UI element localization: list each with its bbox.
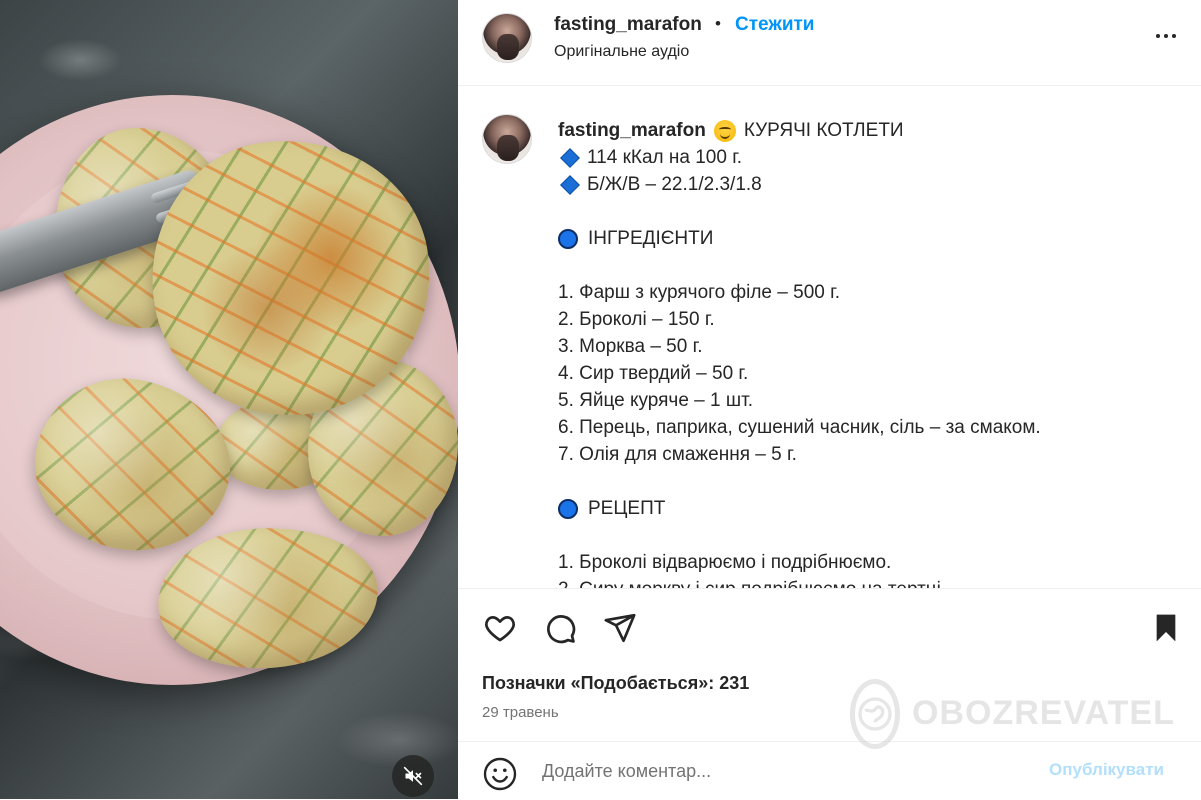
ingredients-heading-text: ІНГРЕДІЄНТИ <box>588 228 714 249</box>
caption-text: fasting_marafon КУРЯЧІ КОТЛЕТИ 114 кКал … <box>558 117 1178 588</box>
smiley-icon <box>483 757 517 791</box>
dot <box>1164 34 1168 38</box>
heart-icon <box>485 616 515 642</box>
mute-button[interactable] <box>392 755 434 797</box>
blue-circle-icon <box>558 228 578 249</box>
recipe-step: 1. Броколі відварюємо і подрібнюємо. <box>558 552 892 573</box>
stat-line: Б/Ж/В – 22.1/2.3/1.8 <box>558 171 1178 198</box>
stat-macros: Б/Ж/В – 22.1/2.3/1.8 <box>587 174 762 195</box>
comment-icon <box>547 615 576 644</box>
caption-title: КУРЯЧІ КОТЛЕТИ <box>743 120 904 141</box>
stat-calories: 114 кКал на 100 г. <box>587 147 743 168</box>
blue-diamond-icon <box>560 174 580 195</box>
recipe-heading-text: РЕЦЕПТ <box>588 498 666 519</box>
yum-face-emoji-icon <box>713 119 736 142</box>
emoji-button[interactable] <box>482 756 518 797</box>
recipe-step: 2. Сиру моркву і сир подрібнюємо на терт… <box>558 576 1178 588</box>
comment-button[interactable] <box>542 611 578 650</box>
ingredient-item: 3. Морква – 50 г. <box>558 336 703 357</box>
caption-username[interactable]: fasting_marafon <box>558 117 706 144</box>
watermark-logo-icon <box>850 678 900 749</box>
ingredient-item: 6. Перець, паприка, сушений часник, сіль… <box>558 417 1041 438</box>
recipe-heading: РЕЦЕПТ <box>558 495 1178 522</box>
audio-link[interactable]: Оригінальне аудіо <box>554 43 689 61</box>
post-details-panel: fasting_marafon • Стежити Оригінальне ау… <box>458 0 1201 799</box>
more-options-button[interactable] <box>1151 22 1181 50</box>
caption-area[interactable]: fasting_marafon КУРЯЧІ КОТЛЕТИ 114 кКал … <box>458 86 1201 588</box>
ingredient-item: 2. Броколі – 150 г. <box>558 309 715 330</box>
caption-title-line: fasting_marafon КУРЯЧІ КОТЛЕТИ <box>558 117 1178 144</box>
speaker-muted-icon <box>403 766 423 786</box>
more-horizontal-icon <box>1156 34 1160 38</box>
ingredient-item: 4. Сир твердий – 50 г. <box>558 363 749 384</box>
comment-input[interactable] <box>542 758 1042 784</box>
blue-circle-icon <box>558 498 578 519</box>
ingredient-item: 5. Яйце куряче – 1 шт. <box>558 390 753 411</box>
watermark: OBOZREVATEL <box>850 676 1174 751</box>
follow-button[interactable]: Стежити <box>735 14 814 36</box>
post-media[interactable] <box>0 0 458 799</box>
avatar[interactable] <box>482 13 532 63</box>
dot <box>1172 34 1176 38</box>
share-button[interactable] <box>602 611 638 650</box>
post-date[interactable]: 29 травень <box>482 704 559 721</box>
post-header: fasting_marafon • Стежити Оригінальне ау… <box>458 0 1201 86</box>
publish-button[interactable]: Опублікувати <box>1049 760 1164 780</box>
like-button[interactable] <box>482 611 518 650</box>
ingredient-item: 1. Фарш з курячого філе – 500 г. <box>558 282 840 303</box>
stat-line: 114 кКал на 100 г. <box>558 144 1178 171</box>
likes-count[interactable]: Позначки «Подобається»: 231 <box>482 673 749 694</box>
ingredients-heading: ІНГРЕДІЄНТИ <box>558 225 1178 252</box>
watermark-text: OBOZREVATEL <box>912 694 1175 732</box>
blue-diamond-icon <box>560 147 580 168</box>
globe-icon <box>858 696 892 731</box>
avatar[interactable] <box>482 114 532 164</box>
save-button[interactable] <box>1150 611 1182 650</box>
author-username[interactable]: fasting_marafon <box>554 14 702 36</box>
separator-dot: • <box>715 14 721 33</box>
send-icon <box>604 613 636 643</box>
ingredient-item: 7. Олія для смаження – 5 г. <box>558 444 797 465</box>
bookmark-icon <box>1156 614 1176 642</box>
